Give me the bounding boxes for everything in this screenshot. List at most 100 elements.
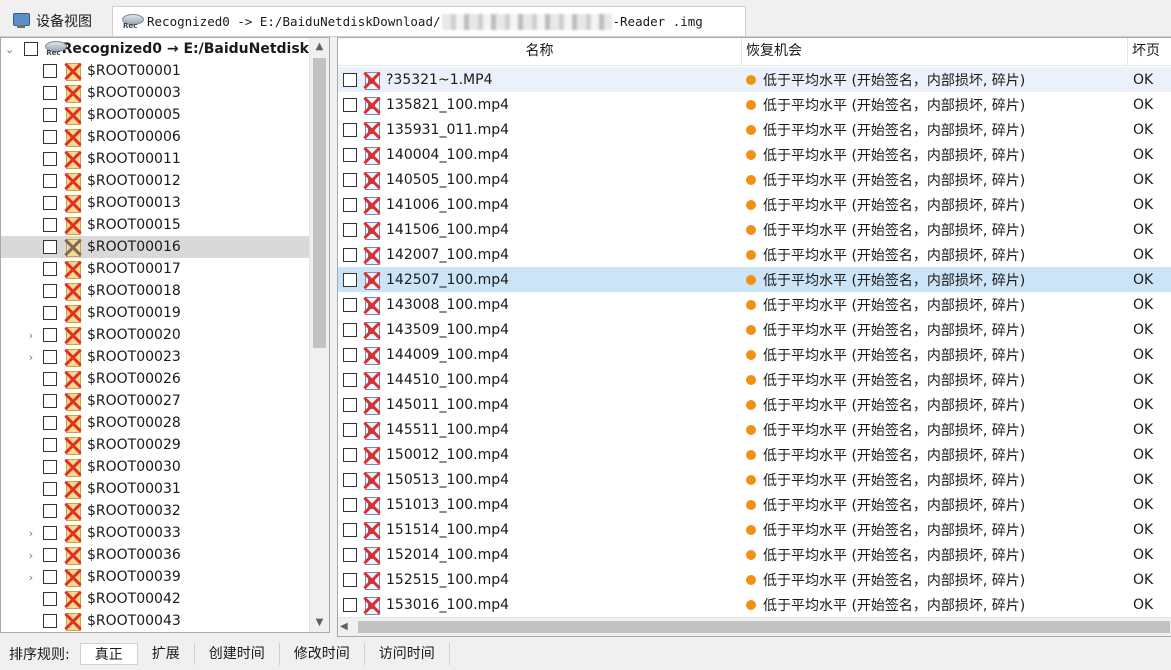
file-row-checkbox[interactable] (343, 547, 357, 562)
tree-item[interactable]: › $ROOT00020 (1, 324, 309, 346)
chevron-right-icon[interactable]: › (25, 351, 37, 364)
file-row[interactable]: 140004_100.mp4 低于平均水平 (开始签名，内部损坏, 碎片) OK (338, 142, 1171, 167)
file-row[interactable]: 150012_100.mp4 低于平均水平 (开始签名，内部损坏, 碎片) OK (338, 442, 1171, 467)
tree-item-checkbox[interactable] (43, 394, 57, 408)
tree-item[interactable]: $ROOT00017 (1, 258, 309, 280)
file-row-checkbox[interactable] (343, 572, 357, 587)
tree-item[interactable]: › $ROOT00036 (1, 544, 309, 566)
tree-item-checkbox[interactable] (43, 152, 57, 166)
file-row-checkbox[interactable] (343, 397, 357, 412)
tree-item-checkbox[interactable] (43, 570, 57, 584)
file-row[interactable]: 141006_100.mp4 低于平均水平 (开始签名，内部损坏, 碎片) OK (338, 192, 1171, 217)
tree-item[interactable]: $ROOT00018 (1, 280, 309, 302)
file-row-checkbox[interactable] (343, 222, 357, 237)
file-row[interactable]: 151013_100.mp4 低于平均水平 (开始签名，内部损坏, 碎片) OK (338, 492, 1171, 517)
tree-item-checkbox[interactable] (43, 526, 57, 540)
tree-item-checkbox[interactable] (43, 482, 57, 496)
chevron-down-icon[interactable]: ⌄ (5, 43, 14, 56)
tree-item-checkbox[interactable] (43, 548, 57, 562)
list-horizontal-scrollbar[interactable]: ◀ (338, 617, 1171, 636)
file-list[interactable]: 名称 恢复机会 坏页 ?35321~1.MP4 低于平均水平 (开始签名，内部损坏… (337, 37, 1171, 637)
file-row-checkbox[interactable] (343, 122, 357, 137)
tree-item-checkbox[interactable] (43, 108, 57, 122)
tree-item-checkbox[interactable] (43, 306, 57, 320)
tree-item-checkbox[interactable] (43, 284, 57, 298)
tree-item[interactable]: $ROOT00019 (1, 302, 309, 324)
tree-item-checkbox[interactable] (43, 372, 57, 386)
tree-item[interactable]: › $ROOT00039 (1, 566, 309, 588)
tree-item-checkbox[interactable] (43, 328, 57, 342)
scroll-left-icon[interactable]: ◀ (340, 618, 354, 636)
tree-item[interactable]: $ROOT00015 (1, 214, 309, 236)
scroll-down-icon[interactable]: ▼ (310, 614, 329, 632)
file-row-checkbox[interactable] (343, 497, 357, 512)
tree-item-checkbox[interactable] (43, 350, 57, 364)
file-row-checkbox[interactable] (343, 422, 357, 437)
tree-item[interactable]: $ROOT00029 (1, 434, 309, 456)
sort-option-button[interactable]: 扩展 (138, 642, 195, 665)
file-row[interactable]: 145511_100.mp4 低于平均水平 (开始签名，内部损坏, 碎片) OK (338, 417, 1171, 442)
file-row[interactable]: 141506_100.mp4 低于平均水平 (开始签名，内部损坏, 碎片) OK (338, 217, 1171, 242)
file-row-checkbox[interactable] (343, 472, 357, 487)
tree-scroll-thumb[interactable] (313, 58, 326, 348)
file-row-checkbox[interactable] (343, 597, 357, 612)
file-row[interactable]: 152014_100.mp4 低于平均水平 (开始签名，内部损坏, 碎片) OK (338, 542, 1171, 567)
tree-root-item[interactable]: ⌄ Rec Recognized0 → E:/BaiduNetdisk (1, 38, 309, 60)
file-row-checkbox[interactable] (343, 272, 357, 287)
file-row[interactable]: 152515_100.mp4 低于平均水平 (开始签名，内部损坏, 碎片) OK (338, 567, 1171, 592)
file-row[interactable]: 142507_100.mp4 低于平均水平 (开始签名，内部损坏, 碎片) OK (338, 267, 1171, 292)
file-row-checkbox[interactable] (343, 147, 357, 162)
file-row[interactable]: 150513_100.mp4 低于平均水平 (开始签名，内部损坏, 碎片) OK (338, 467, 1171, 492)
chevron-right-icon[interactable]: › (25, 329, 37, 342)
file-row[interactable]: 145011_100.mp4 低于平均水平 (开始签名，内部损坏, 碎片) OK (338, 392, 1171, 417)
tree-item-checkbox[interactable] (43, 614, 57, 628)
tree-item[interactable]: $ROOT00011 (1, 148, 309, 170)
file-row[interactable]: 151514_100.mp4 低于平均水平 (开始签名，内部损坏, 碎片) OK (338, 517, 1171, 542)
file-row[interactable]: 144510_100.mp4 低于平均水平 (开始签名，内部损坏, 碎片) OK (338, 367, 1171, 392)
file-row[interactable]: 135931_011.mp4 低于平均水平 (开始签名，内部损坏, 碎片) OK (338, 117, 1171, 142)
tree-item[interactable]: $ROOT00003 (1, 82, 309, 104)
tree-item[interactable]: › $ROOT00023 (1, 346, 309, 368)
tree-item[interactable]: $ROOT00043 (1, 610, 309, 632)
column-header-recovery-chance[interactable]: 恢复机会 (742, 38, 1128, 65)
file-row-checkbox[interactable] (343, 522, 357, 537)
column-header-name[interactable]: 名称 (338, 38, 742, 65)
tree-vertical-scrollbar[interactable]: ▲ ▼ (309, 38, 329, 632)
tree-item-checkbox[interactable] (43, 592, 57, 606)
tree-item[interactable]: $ROOT00030 (1, 456, 309, 478)
tree-item[interactable]: $ROOT00028 (1, 412, 309, 434)
tree-item[interactable]: › $ROOT00033 (1, 522, 309, 544)
file-row[interactable]: 140505_100.mp4 低于平均水平 (开始签名，内部损坏, 碎片) OK (338, 167, 1171, 192)
folder-tree[interactable]: ⌄ Rec Recognized0 → E:/BaiduNetdisk $ROOT00… (0, 37, 330, 633)
column-header-bad-pages[interactable]: 坏页 (1128, 38, 1171, 65)
tree-item[interactable]: $ROOT00032 (1, 500, 309, 522)
file-row[interactable]: 144009_100.mp4 低于平均水平 (开始签名，内部损坏, 碎片) OK (338, 342, 1171, 367)
file-row-checkbox[interactable] (343, 347, 357, 362)
tree-item[interactable]: $ROOT00031 (1, 478, 309, 500)
tree-item[interactable]: $ROOT00026 (1, 368, 309, 390)
file-row[interactable]: 142007_100.mp4 低于平均水平 (开始签名，内部损坏, 碎片) OK (338, 242, 1171, 267)
tree-item[interactable]: $ROOT00013 (1, 192, 309, 214)
tree-item-checkbox[interactable] (43, 438, 57, 452)
file-row-checkbox[interactable] (343, 322, 357, 337)
file-row-checkbox[interactable] (343, 72, 357, 87)
tree-item-checkbox[interactable] (43, 460, 57, 474)
tree-item-checkbox[interactable] (43, 174, 57, 188)
tree-item-checkbox[interactable] (43, 86, 57, 100)
tree-item-checkbox[interactable] (43, 64, 57, 78)
file-row-checkbox[interactable] (343, 172, 357, 187)
tree-item-checkbox[interactable] (43, 130, 57, 144)
chevron-right-icon[interactable]: › (25, 549, 37, 562)
tab-device-view[interactable]: 设备视图 (4, 6, 104, 36)
chevron-right-icon[interactable]: › (25, 571, 37, 584)
tree-item[interactable]: $ROOT00042 (1, 588, 309, 610)
tree-item-checkbox[interactable] (43, 262, 57, 276)
list-scroll-thumb[interactable] (358, 621, 1170, 633)
sort-option-button[interactable]: 修改时间 (280, 642, 365, 665)
chevron-right-icon[interactable]: › (25, 527, 37, 540)
tree-item[interactable]: $ROOT00012 (1, 170, 309, 192)
tree-root-checkbox[interactable] (24, 42, 39, 56)
file-row[interactable]: 135821_100.mp4 低于平均水平 (开始签名，内部损坏, 碎片) OK (338, 92, 1171, 117)
scroll-up-icon[interactable]: ▲ (310, 38, 329, 56)
file-row[interactable]: 143509_100.mp4 低于平均水平 (开始签名，内部损坏, 碎片) OK (338, 317, 1171, 342)
